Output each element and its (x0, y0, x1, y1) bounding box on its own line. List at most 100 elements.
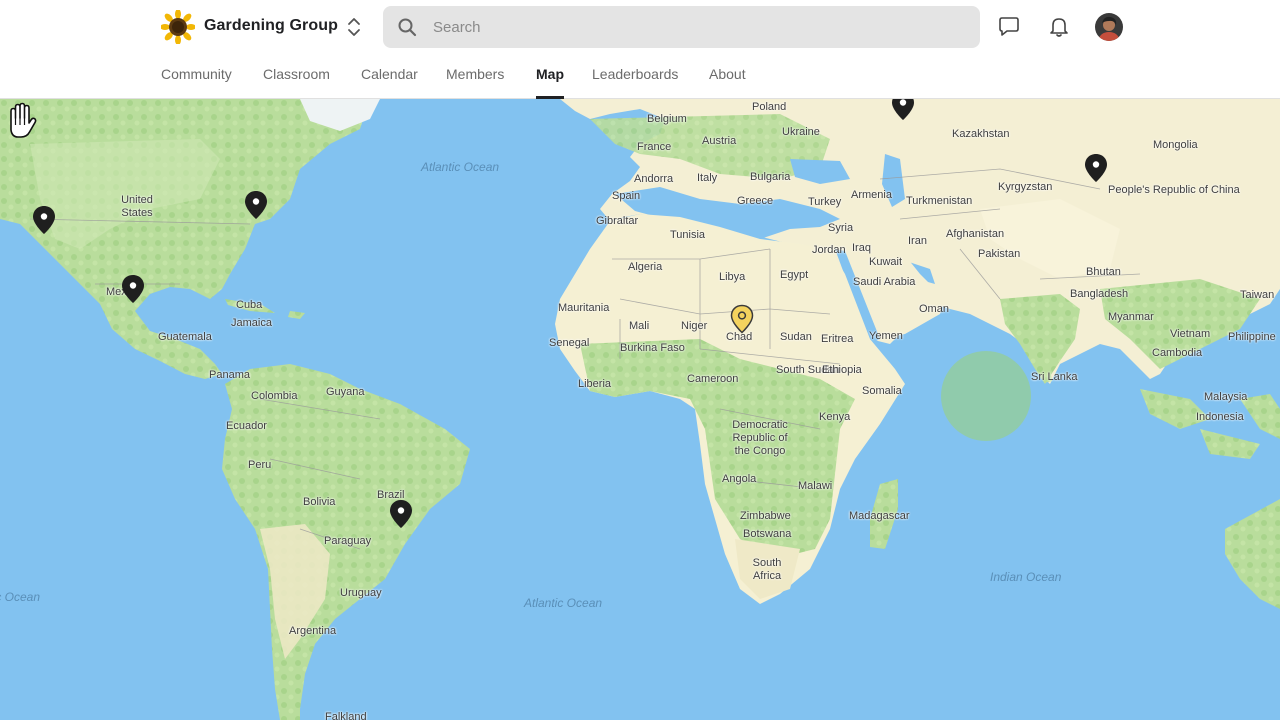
world-map[interactable]: Atlantic Ocean Atlantic Ocean Indian Oce… (0, 99, 1280, 720)
country-label: Paraguay (324, 535, 372, 547)
tab-classroom[interactable]: Classroom (263, 66, 330, 99)
map-pin-icon[interactable] (389, 499, 413, 529)
map-pin-icon[interactable] (891, 99, 915, 121)
country-label: Turkey (808, 196, 842, 208)
country-label: Malawi (798, 480, 833, 492)
country-label: Madagascar (849, 510, 910, 522)
tab-members[interactable]: Members (446, 66, 504, 99)
country-label: South Africa (752, 557, 782, 582)
country-label: South Sudan (776, 364, 840, 376)
country-label: Burkina Faso (620, 342, 685, 354)
country-label: Peru (248, 459, 272, 471)
country-label: Guatemala (158, 331, 212, 343)
country-label: Ecuador (226, 420, 267, 432)
country-label: Zimbabwe (740, 510, 791, 522)
map-pin-icon[interactable] (1084, 153, 1108, 183)
country-label: Philippine (1228, 331, 1276, 343)
tab-leaderboards[interactable]: Leaderboards (592, 66, 678, 99)
country-label: Malaysia (1204, 391, 1248, 403)
country-label: Kyrgyzstan (998, 181, 1053, 193)
search-bar[interactable] (383, 6, 980, 48)
country-label: Indonesia (1196, 411, 1244, 423)
country-label: Sudan (780, 331, 812, 343)
country-label: Afghanistan (946, 228, 1005, 240)
country-label: Yemen (869, 330, 903, 342)
map-pin-icon[interactable] (32, 205, 56, 235)
country-label: France (637, 141, 672, 153)
country-label: Bhutan (1086, 266, 1121, 278)
country-label: Egypt (780, 269, 809, 281)
country-label: Cuba (236, 299, 263, 311)
country-label: Poland (752, 101, 787, 113)
country-label: People's Republic of China (1108, 184, 1240, 197)
group-nav: Community Classroom Calendar Members Map… (0, 54, 1280, 99)
country-label: Saudi Arabia (853, 276, 916, 288)
tab-about[interactable]: About (709, 66, 746, 99)
country-label: Spain (612, 190, 641, 202)
country-label: Niger (681, 320, 708, 332)
user-avatar[interactable] (1095, 13, 1123, 41)
country-label: Greece (737, 195, 774, 207)
country-label: Cameroon (687, 373, 739, 385)
country-label: Botswana (743, 528, 792, 540)
country-label: Iraq (852, 242, 871, 254)
map-pin-icon[interactable] (121, 274, 145, 304)
country-label: Mongolia (1153, 139, 1198, 151)
chat-bubble-icon[interactable] (996, 14, 1022, 40)
country-label: Jordan (812, 244, 846, 256)
country-label: Taiwan (1240, 289, 1275, 301)
country-label: Belgium (647, 113, 687, 125)
country-label: Uruguay (340, 587, 382, 599)
country-label: Colombia (251, 390, 298, 402)
bell-icon[interactable] (1046, 14, 1072, 40)
country-label: Eritrea (821, 333, 854, 345)
country-label: Algeria (628, 261, 663, 273)
search-icon (398, 18, 417, 37)
chevron-up-down-icon[interactable] (343, 15, 365, 39)
country-label: Kuwait (869, 256, 903, 268)
country-label: Oman (919, 303, 949, 315)
country-label: Ethiopia (822, 364, 862, 376)
country-label: Gibraltar (596, 215, 639, 227)
country-label: Vietnam (1170, 328, 1211, 340)
country-label: Ukraine (782, 126, 820, 138)
country-label: Iran (908, 235, 927, 247)
tab-map[interactable]: Map (536, 66, 564, 99)
sunflower-icon[interactable] (161, 10, 195, 44)
country-label: Turkmenistan (906, 195, 973, 207)
country-label: Guyana (326, 386, 365, 398)
country-label: Sri Lanka (1031, 371, 1078, 383)
grab-hand-icon (10, 102, 37, 138)
country-label: Tunisia (670, 229, 706, 241)
search-input[interactable] (433, 6, 963, 48)
country-label: United States (121, 194, 153, 219)
top-bar: Gardening Group (0, 0, 1280, 54)
country-label: Armenia (851, 189, 892, 201)
ocean-label-atlantic-south: Atlantic Ocean (524, 596, 603, 610)
group-name[interactable]: Gardening Group (204, 17, 338, 35)
country-label: Pakistan (978, 248, 1021, 260)
map-pin-icon[interactable] (244, 190, 268, 220)
map-pin-highlighted-icon[interactable] (730, 304, 754, 334)
country-label: Cambodia (1152, 347, 1203, 359)
country-label: Andorra (634, 173, 674, 185)
country-label: Kenya (819, 411, 851, 423)
country-label: Argentina (289, 625, 337, 637)
cursor-highlight (941, 351, 1031, 441)
ocean-label-atlantic-north: Atlantic Ocean (421, 160, 500, 174)
country-label: Democratic Republic of the Congo (732, 419, 788, 457)
country-label: Falkland (325, 711, 367, 720)
country-label: Liberia (578, 378, 612, 390)
country-label: Angola (722, 473, 757, 485)
ocean-label-indian: Indian Ocean (990, 570, 1062, 584)
ocean-label-pacific: Pacific Ocean (0, 590, 41, 604)
country-label: Jamaica (231, 317, 272, 329)
tab-community[interactable]: Community (161, 66, 232, 99)
tab-calendar[interactable]: Calendar (361, 66, 418, 99)
country-label: Somalia (862, 385, 902, 397)
country-label: Bulgaria (750, 171, 791, 183)
country-label: Senegal (549, 337, 590, 349)
country-label: Bangladesh (1070, 288, 1129, 300)
country-label: Mali (629, 320, 650, 332)
country-label: Austria (702, 135, 737, 147)
